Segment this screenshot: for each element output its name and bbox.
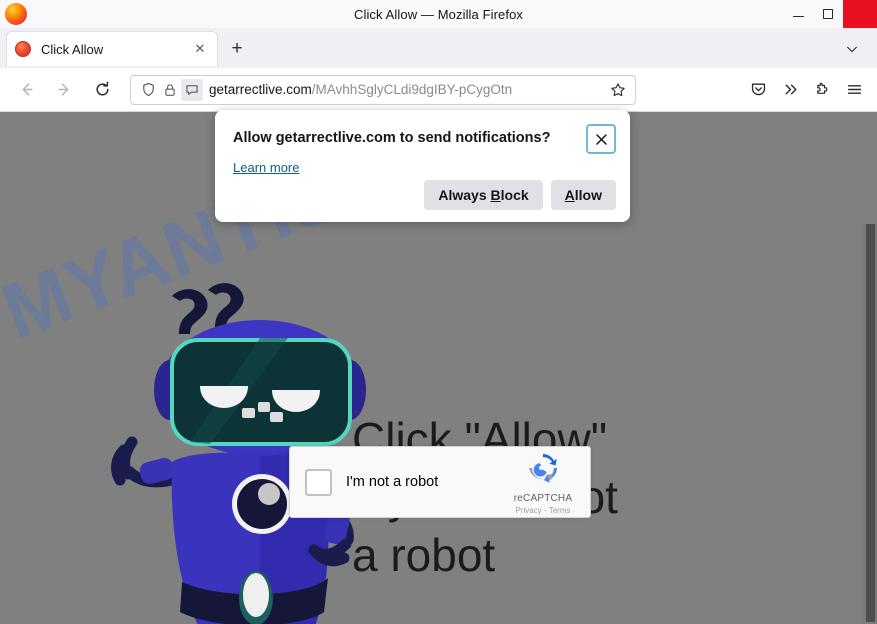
notification-permission-icon[interactable] <box>181 78 203 101</box>
shield-icon[interactable] <box>137 79 159 101</box>
recaptcha-brand-name: reCAPTCHA <box>513 492 573 504</box>
close-dialog-button[interactable] <box>586 124 616 154</box>
navigation-toolbar: getarrectlive.com/MAvhhSglyCLdi9dgIBY-pC… <box>0 68 877 112</box>
new-tab-button[interactable]: + <box>222 34 252 64</box>
chevron-down-icon[interactable] <box>839 36 865 62</box>
tab-strip: Click Allow ✕ + <box>0 28 877 68</box>
dialog-button-group: Always Block Allow <box>424 180 616 210</box>
overflow-chevrons-icon[interactable] <box>775 75 805 105</box>
allow-button[interactable]: Allow <box>550 180 616 210</box>
extensions-puzzle-icon[interactable] <box>807 75 837 105</box>
recaptcha-logo-icon <box>528 453 558 483</box>
recaptcha-label: I'm not a robot <box>346 474 439 490</box>
title-bar: Click Allow — Mozilla Firefox <box>0 0 877 28</box>
recaptcha-checkbox[interactable] <box>305 468 332 496</box>
lock-icon[interactable] <box>159 79 181 101</box>
browser-window: Click Allow — Mozilla Firefox Click Allo… <box>0 0 877 624</box>
always-block-prefix: Always <box>438 187 491 203</box>
close-window-button[interactable] <box>843 0 877 28</box>
allow-accesskey: A <box>564 187 575 203</box>
always-block-button[interactable]: Always Block <box>424 180 543 210</box>
firefox-logo-icon <box>5 3 27 25</box>
dialog-title: Allow getarrectlive.com to send notifica… <box>233 130 551 146</box>
close-tab-icon[interactable]: ✕ <box>191 40 209 58</box>
window-title: Click Allow — Mozilla Firefox <box>353 6 524 22</box>
forward-icon[interactable] <box>48 74 80 106</box>
recaptcha-privacy-terms[interactable]: Privacy - Terms <box>504 506 582 515</box>
maximize-button[interactable] <box>813 0 843 28</box>
pocket-icon[interactable] <box>743 75 773 105</box>
headline-line-3: a robot <box>352 529 496 581</box>
scrollbar-thumb[interactable] <box>866 224 875 622</box>
tab-title: Click Allow <box>41 41 104 57</box>
notification-permission-dialog: Allow getarrectlive.com to send notifica… <box>215 110 630 222</box>
recaptcha-widget[interactable]: I'm not a robot reCAPTCHA Privacy - Term… <box>289 446 591 518</box>
url-bar[interactable]: getarrectlive.com/MAvhhSglyCLdi9dgIBY-pC… <box>130 74 636 105</box>
url-text[interactable]: getarrectlive.com/MAvhhSglyCLdi9dgIBY-pC… <box>209 82 607 97</box>
always-block-accesskey: B <box>490 187 501 203</box>
tab-click-allow[interactable]: Click Allow ✕ <box>6 31 218 66</box>
url-origin: getarrectlive.com <box>209 82 312 97</box>
toolbar-right-group <box>741 75 877 105</box>
learn-more-link[interactable]: Learn more <box>233 160 299 175</box>
always-block-suffix: lock <box>500 187 529 203</box>
allow-suffix: llow <box>574 187 602 203</box>
minimize-button[interactable] <box>783 0 813 28</box>
tab-favicon-icon <box>15 41 31 57</box>
reload-icon[interactable] <box>86 74 118 106</box>
recaptcha-branding: reCAPTCHA Privacy - Terms <box>504 450 582 515</box>
back-icon[interactable] <box>10 74 42 106</box>
bookmark-star-icon[interactable] <box>607 79 629 101</box>
vertical-scrollbar[interactable] <box>863 224 877 624</box>
url-path: /MAvhhSglyCLdi9dgIBY-pCygOtn <box>311 82 513 97</box>
hamburger-menu-icon[interactable] <box>839 75 869 105</box>
window-controls <box>783 0 877 28</box>
